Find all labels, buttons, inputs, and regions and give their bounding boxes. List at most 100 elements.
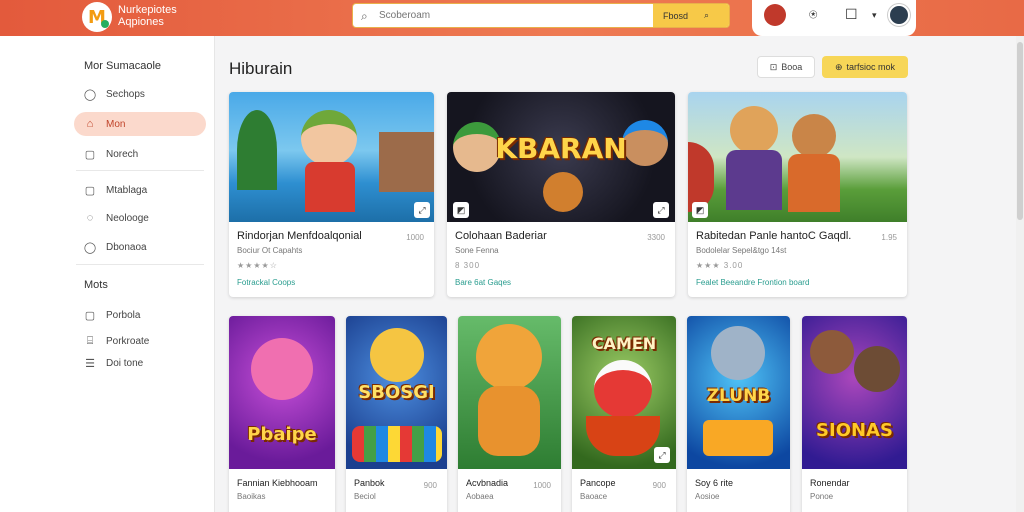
game-card[interactable]: CAMEN ⤢ Pancope 900 Baoace xyxy=(572,316,676,512)
chat-icon[interactable]: ☐ xyxy=(845,6,858,23)
game-card[interactable]: ZLUNB Soy 6 rite Aosioe xyxy=(687,316,790,512)
expand-icon[interactable]: ⤢ xyxy=(654,447,670,463)
search-button-label: Fbosd xyxy=(663,10,689,21)
featured-thumbnail: ◩ xyxy=(688,92,907,222)
sidebar-section-title: Mor Sumacaole xyxy=(84,60,162,72)
avatar[interactable] xyxy=(888,4,910,26)
sidebar-item-neolooge[interactable]: ◌ Neolooge xyxy=(74,206,206,230)
sidebar-item-sechops[interactable]: ◯ Sechops xyxy=(74,82,206,106)
search-icon: ⌕ xyxy=(361,9,368,23)
game-art-title: ZLUNB xyxy=(706,386,771,406)
brand-line-2: Aqpiones xyxy=(118,16,164,28)
sidebar-item-mtablaga[interactable]: ▢ Mtablaga xyxy=(74,178,206,202)
game-art-title: SBOSGI xyxy=(358,382,435,403)
sidebar-item-label: Mon xyxy=(106,118,126,130)
card-subtitle: Sone Fenna xyxy=(455,246,499,255)
game-card[interactable]: Pbaipe Fannian Kiebhooam Baoikas xyxy=(229,316,335,512)
featured-card[interactable]: ⤢ Rindorjan Menfdoalqonial 1000 Bociur O… xyxy=(229,92,434,297)
sidebar-item-label: Neolooge xyxy=(106,212,149,224)
card-title: Colohaan Baderiar xyxy=(455,230,547,242)
chevron-down-icon[interactable]: ▾ xyxy=(872,10,877,21)
card-subtitle: Bociur Ot Capahts xyxy=(237,246,303,255)
sidebar-item-dbonaoa[interactable]: ◯ Dbonaoa xyxy=(74,235,206,259)
notification-icon[interactable]: ⍟ xyxy=(809,6,817,23)
square-icon: ▢ xyxy=(84,309,96,322)
chat-bubble-icon: ◌ xyxy=(86,212,94,224)
fox-character-art xyxy=(730,106,778,154)
user-icon[interactable] xyxy=(764,4,786,26)
brand-line-1: Nurkepiotes xyxy=(118,4,177,16)
app-logo[interactable]: M xyxy=(82,2,112,32)
booa-button[interactable]: ⊡ Booa xyxy=(757,56,815,78)
card-subtitle: Beciol xyxy=(354,492,376,501)
candy-art xyxy=(352,426,442,462)
sidebar-item-porkroate[interactable]: ⌸ Porkroate xyxy=(74,329,206,353)
sidebar-item-label: Sechops xyxy=(106,88,145,100)
card-title: Rabitedan Panle hantoC Gaqdl. xyxy=(696,230,852,242)
game-art-title: Pbaipe xyxy=(247,424,317,445)
game-icon[interactable]: ◩ xyxy=(692,202,708,218)
expand-icon[interactable]: ⤢ xyxy=(653,202,669,218)
plus-icon: ⊕ xyxy=(834,61,843,72)
house-art xyxy=(379,132,434,192)
character-art xyxy=(370,328,424,382)
sidebar-item-label: Porbola xyxy=(106,309,141,321)
card-price: 900 xyxy=(423,481,437,490)
sidebar-item-mon[interactable]: ⌂ Mon xyxy=(74,112,206,136)
sidebar-item-doi-tone[interactable]: ☰ Doi tone xyxy=(74,351,206,375)
card-price: 1000 xyxy=(533,481,551,490)
scrollbar[interactable] xyxy=(1016,36,1024,512)
circle-icon: ◯ xyxy=(83,88,97,101)
game-thumbnail: Pbaipe xyxy=(229,316,335,469)
top-header: M Nurkepiotes Aqpiones ⌕ Fbosd ⌕ ⍟ ☐ ▾ xyxy=(0,0,1024,36)
logo-dot xyxy=(101,20,109,28)
page-title: Hiburain xyxy=(229,59,293,78)
card-link[interactable]: Fotrackal Coops xyxy=(237,278,295,287)
card-title: Ronendar xyxy=(810,478,850,488)
game-card[interactable]: Acvbnadia 1000 Aobaea xyxy=(458,316,561,512)
brand-name: Nurkepiotes Aqpiones xyxy=(118,4,177,28)
card-title: Rindorjan Menfdoalqonial xyxy=(237,230,362,242)
featured-card[interactable]: ◩ Rabitedan Panle hantoC Gaqdl. 1.95 Bod… xyxy=(688,92,907,297)
primary-action-label: tarfsioc mok xyxy=(846,62,896,72)
game-thumbnail: SBOSGI xyxy=(346,316,447,469)
card-title: Soy 6 rite xyxy=(695,478,734,488)
game-thumbnail: CAMEN ⤢ xyxy=(572,316,676,469)
card-subtitle: Baoikas xyxy=(237,492,266,501)
primary-action-button[interactable]: ⊕ tarfsioc mok xyxy=(822,56,908,78)
scrollbar-thumb[interactable] xyxy=(1017,42,1023,220)
card-link[interactable]: Fealet Beeandre Frontion board xyxy=(696,278,809,287)
card-rating: ★★★ 3.00 xyxy=(696,261,744,270)
dog-body-art xyxy=(788,154,840,212)
sidebar-item-norech[interactable]: ▢ Norech xyxy=(74,142,206,166)
sidebar-section-title: Mots xyxy=(84,279,108,291)
game-art-title: CAMEN xyxy=(591,334,657,353)
search-input[interactable] xyxy=(379,4,649,27)
list-icon: ☰ xyxy=(85,357,95,370)
character-center-art xyxy=(543,172,583,212)
controller-icon: ⌸ xyxy=(86,334,94,347)
character-body-art xyxy=(305,162,355,212)
card-subtitle: Bodolelar Sepel&tgo 14st xyxy=(696,246,787,255)
sidebar-item-label: Porkroate xyxy=(106,335,150,347)
expand-icon[interactable]: ⤢ xyxy=(414,202,430,218)
game-card[interactable]: SBOSGI Panbok 900 Beciol xyxy=(346,316,447,512)
sidebar: Mor Sumacaole ◯ Sechops ⌂ Mon ▢ Norech ▢… xyxy=(0,36,215,512)
bear-head-art xyxy=(476,324,542,390)
game-art-title: SIONAS xyxy=(816,420,893,441)
card-subtitle: Aobaea xyxy=(466,492,494,501)
card-subtitle: Baoace xyxy=(580,492,608,501)
card-price: 1000 xyxy=(406,233,424,242)
fox-body-art xyxy=(726,150,782,210)
game-icon[interactable]: ◩ xyxy=(453,202,469,218)
game-art-title: KBARAN xyxy=(495,132,627,165)
circle-icon: ◯ xyxy=(83,241,97,254)
featured-card[interactable]: KBARAN ◩ ⤢ Colohaan Baderiar 3300 Sone F… xyxy=(447,92,675,297)
featured-thumbnail: KBARAN ◩ ⤢ xyxy=(447,92,675,222)
card-link[interactable]: Bare 6at Gaqes xyxy=(455,278,511,287)
sidebar-item-label: Dbonaoa xyxy=(106,241,147,253)
game-card[interactable]: SIONAS Ronendar Ponoe xyxy=(802,316,907,512)
search-button-icon: ⌕ xyxy=(704,10,710,20)
sidebar-item-porbola[interactable]: ▢ Porbola xyxy=(74,303,206,327)
search-button[interactable]: Fbosd ⌕ xyxy=(653,4,729,27)
